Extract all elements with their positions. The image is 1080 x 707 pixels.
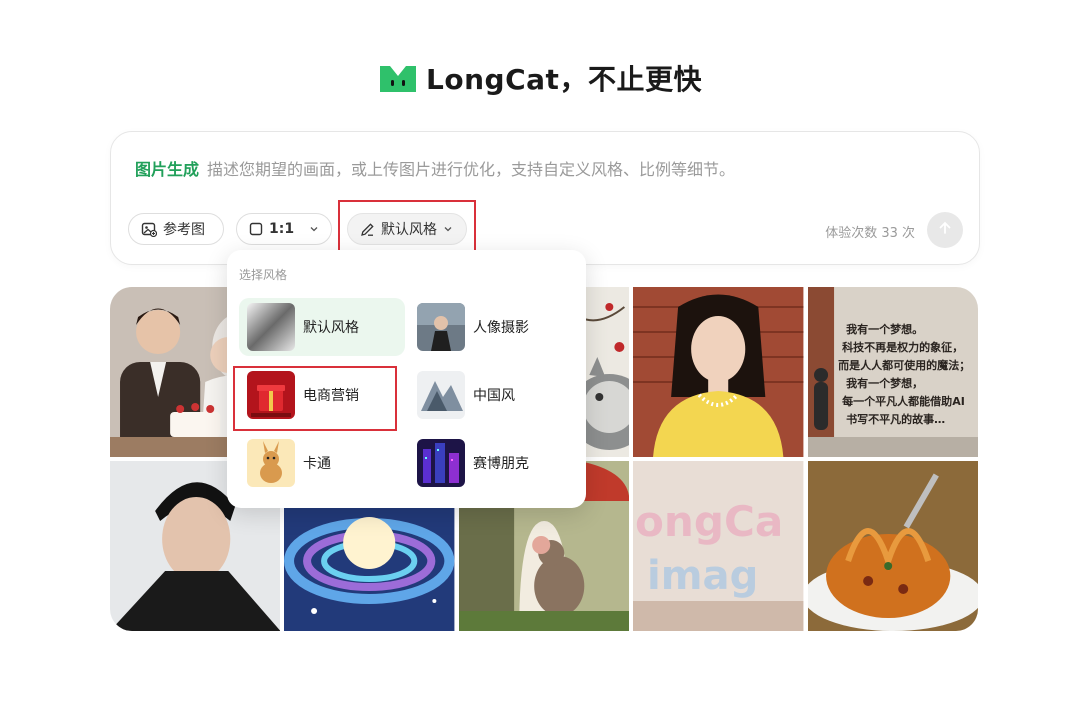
- style-option-label: 人像摄影: [473, 320, 529, 336]
- style-option-label: 电商营销: [303, 388, 359, 404]
- ecommerce-thumbnail: [247, 371, 295, 419]
- cyberpunk-thumbnail: [417, 439, 465, 487]
- letters-line-1: ongCa: [635, 497, 783, 546]
- reference-image-button[interactable]: 参考图: [128, 213, 224, 245]
- pencil-icon: [360, 222, 375, 237]
- graffiti-line-6: 书写不平凡的故事…: [846, 412, 945, 426]
- style-option-label: 卡通: [303, 456, 331, 472]
- style-option-label: 中国风: [473, 388, 515, 404]
- style-option-portrait[interactable]: 人像摄影: [409, 298, 575, 356]
- style-option-cyberpunk[interactable]: 赛博朋克: [409, 434, 575, 492]
- graffiti-line-2: 科技不再是权力的象征，: [842, 340, 963, 354]
- aspect-ratio-select[interactable]: 1:1: [236, 213, 332, 245]
- graffiti-line-3: 而是人人都可使用的魔法；: [838, 358, 970, 372]
- prompt-input[interactable]: 图片生成 描述您期望的画面，或上传图片进行优化，支持自定义风格、比例等细节。: [135, 156, 735, 180]
- send-button[interactable]: [927, 212, 963, 248]
- graffiti-line-4: 我有一个梦想，: [846, 376, 923, 390]
- square-icon: [249, 222, 263, 236]
- chinese-style-thumbnail: [417, 371, 465, 419]
- ratio-label: 1:1: [269, 221, 295, 237]
- style-option-ecommerce[interactable]: 电商营销: [239, 366, 405, 424]
- cartoon-thumbnail: [247, 439, 295, 487]
- page-title: LongCat，不止更快: [426, 58, 702, 98]
- brand-name: LongCat: [426, 63, 560, 96]
- page-header: LongCat，不止更快: [0, 58, 1080, 98]
- style-select[interactable]: 默认风格: [347, 213, 467, 245]
- default-style-thumbnail: [247, 303, 295, 351]
- chevron-down-icon: [309, 224, 319, 234]
- image-upload-icon: [141, 221, 157, 237]
- prompt-card: 图片生成 描述您期望的画面，或上传图片进行优化，支持自定义风格、比例等细节。 参…: [110, 131, 980, 265]
- gallery-image-graffiti-wall[interactable]: 我有一个梦想。 科技不再是权力的象征， 而是人人都可使用的魔法； 我有一个梦想，…: [807, 287, 978, 457]
- graffiti-line-5: 每一个平凡人都能借助AI: [842, 394, 965, 408]
- letters-line-2: imag: [647, 553, 758, 599]
- prompt-placeholder: 描述您期望的画面，或上传图片进行优化，支持自定义风格、比例等细节。: [207, 160, 736, 179]
- style-label: 默认风格: [381, 222, 437, 238]
- style-option-label: 默认风格: [303, 320, 359, 336]
- style-option-default[interactable]: 默认风格: [239, 298, 405, 356]
- mode-label[interactable]: 图片生成: [135, 156, 199, 180]
- portrait-thumbnail: [417, 303, 465, 351]
- style-option-chinese[interactable]: 中国风: [409, 366, 575, 424]
- style-option-label: 赛博朋克: [473, 456, 529, 472]
- gallery-image-woman-yellow-sweater[interactable]: [633, 287, 804, 457]
- style-option-cartoon[interactable]: 卡通: [239, 434, 405, 492]
- reference-label: 参考图: [163, 222, 205, 238]
- chevron-down-icon: [443, 224, 453, 234]
- gallery-image-longcat-letters[interactable]: ongCa imag: [633, 461, 804, 631]
- style-dropdown: 选择风格 默认风格 人像摄影 电商营销 中国风 卡通 赛博朋克: [227, 250, 586, 508]
- gallery-image-spaghetti[interactable]: [807, 461, 978, 631]
- graffiti-line-1: 我有一个梦想。: [846, 322, 923, 336]
- arrow-up-icon: [937, 220, 953, 240]
- usage-count: 体验次数 33 次: [825, 226, 915, 241]
- longcat-logo-icon: [378, 61, 418, 95]
- slogan: ，不止更快: [559, 63, 702, 96]
- dropdown-title: 选择风格: [239, 268, 288, 282]
